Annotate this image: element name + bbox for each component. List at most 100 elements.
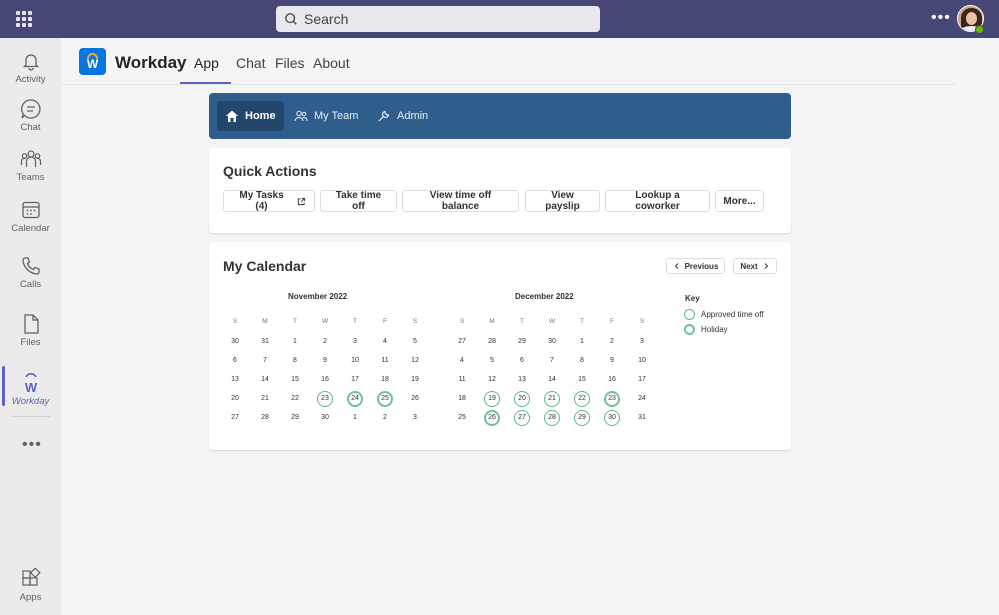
rail-item-files[interactable]: Files: [0, 313, 61, 363]
calendar-day[interactable]: 27: [514, 410, 530, 426]
calendar-day[interactable]: 21: [257, 391, 273, 407]
calendar-day[interactable]: 4: [377, 334, 393, 350]
lookup-coworker-button[interactable]: Lookup a coworker: [605, 190, 710, 212]
calendar-day[interactable]: 23: [604, 391, 620, 407]
calendar-day[interactable]: 11: [454, 372, 470, 388]
nav-admin[interactable]: Admin: [369, 101, 436, 131]
calendar-day[interactable]: 7: [257, 353, 273, 369]
calendar-day[interactable]: 20: [227, 391, 243, 407]
view-payslip-button[interactable]: View payslip: [525, 190, 600, 212]
calendar-day[interactable]: 9: [317, 353, 333, 369]
calendar-day[interactable]: 26: [484, 410, 500, 426]
tab-chat[interactable]: Chat: [236, 55, 266, 71]
search-box[interactable]: [276, 6, 600, 32]
calendar-day[interactable]: 22: [287, 391, 303, 407]
calendar-day[interactable]: 23: [317, 391, 333, 407]
calendar-day[interactable]: 6: [514, 353, 530, 369]
calendar-day[interactable]: 3: [634, 334, 650, 350]
calendar-day[interactable]: 19: [484, 391, 500, 407]
more-apps-icon[interactable]: •••: [22, 436, 42, 454]
rail-item-calls[interactable]: Calls: [0, 255, 61, 305]
more-actions-button[interactable]: More...: [715, 190, 764, 212]
calendar-day[interactable]: 13: [227, 372, 243, 388]
calendar-day[interactable]: 30: [227, 334, 243, 350]
calendar-day[interactable]: 14: [544, 372, 560, 388]
previous-month-button[interactable]: Previous: [666, 258, 725, 274]
calendar-day[interactable]: 27: [454, 334, 470, 350]
calendar-day[interactable]: 26: [407, 391, 423, 407]
left-rail: Activity Chat Teams Calendar Calls Files…: [0, 38, 61, 615]
next-month-button[interactable]: Next: [733, 258, 777, 274]
rail-item-calendar[interactable]: Calendar: [0, 199, 61, 249]
calendar-day[interactable]: 3: [407, 410, 423, 426]
app-launcher-icon[interactable]: [16, 11, 32, 27]
calendar-day[interactable]: 30: [317, 410, 333, 426]
calendar-day[interactable]: 15: [287, 372, 303, 388]
calendar-day[interactable]: 22: [574, 391, 590, 407]
calendar-day[interactable]: 8: [287, 353, 303, 369]
tab-files[interactable]: Files: [275, 55, 305, 71]
calendar-day[interactable]: 1: [347, 410, 363, 426]
calendar-day[interactable]: 30: [604, 410, 620, 426]
rail-item-workday[interactable]: W Workday: [0, 372, 61, 422]
calendar-day[interactable]: 8: [574, 353, 590, 369]
calendar-day[interactable]: 17: [634, 372, 650, 388]
calendar-day[interactable]: 1: [287, 334, 303, 350]
calendar-day[interactable]: 18: [377, 372, 393, 388]
calendar-day[interactable]: 15: [574, 372, 590, 388]
calendar-day[interactable]: 27: [227, 410, 243, 426]
more-options-icon[interactable]: •••: [931, 10, 951, 26]
rail-item-apps[interactable]: Apps: [0, 568, 61, 615]
calendar-day[interactable]: 18: [454, 391, 470, 407]
tab-app[interactable]: App: [194, 55, 219, 71]
calendar-day[interactable]: 3: [347, 334, 363, 350]
calendar-day[interactable]: 12: [407, 353, 423, 369]
calendar-day[interactable]: 5: [407, 334, 423, 350]
calendar-day[interactable]: 16: [604, 372, 620, 388]
my-tasks-button[interactable]: My Tasks (4): [223, 190, 315, 212]
calendar-day[interactable]: 31: [257, 334, 273, 350]
rail-item-chat[interactable]: Chat: [0, 98, 61, 148]
calendar-day[interactable]: 1: [574, 334, 590, 350]
calendar-day[interactable]: 19: [407, 372, 423, 388]
calendar-day[interactable]: 28: [484, 334, 500, 350]
rail-item-teams[interactable]: Teams: [0, 148, 61, 198]
calendar-day[interactable]: 25: [454, 410, 470, 426]
calendar-day[interactable]: 10: [347, 353, 363, 369]
calendar-day[interactable]: 2: [604, 334, 620, 350]
calendar-day[interactable]: 2: [317, 334, 333, 350]
calendar-day[interactable]: 29: [287, 410, 303, 426]
calendar-day[interactable]: 7: [544, 353, 560, 369]
calendar-day[interactable]: 16: [317, 372, 333, 388]
take-time-off-button[interactable]: Take time off: [320, 190, 397, 212]
calendar-day[interactable]: 28: [257, 410, 273, 426]
calendar-day[interactable]: 28: [544, 410, 560, 426]
calendar-day[interactable]: 20: [514, 391, 530, 407]
view-time-off-balance-button[interactable]: View time off balance: [402, 190, 519, 212]
search-input[interactable]: [304, 11, 584, 27]
calendar-day[interactable]: 2: [377, 410, 393, 426]
calendar-day[interactable]: 9: [604, 353, 620, 369]
rail-item-activity[interactable]: Activity: [0, 50, 61, 100]
calendar-day[interactable]: 24: [347, 391, 363, 407]
presence-status-icon: [975, 25, 984, 34]
calendar-day[interactable]: 5: [484, 353, 500, 369]
calendar-day[interactable]: 10: [634, 353, 650, 369]
tab-about[interactable]: About: [313, 55, 350, 71]
calendar-day[interactable]: 4: [454, 353, 470, 369]
calendar-day[interactable]: 29: [574, 410, 590, 426]
calendar-day[interactable]: 30: [544, 334, 560, 350]
calendar-day[interactable]: 25: [377, 391, 393, 407]
calendar-day[interactable]: 24: [634, 391, 650, 407]
calendar-day[interactable]: 17: [347, 372, 363, 388]
calendar-day[interactable]: 13: [514, 372, 530, 388]
calendar-day[interactable]: 6: [227, 353, 243, 369]
nav-home[interactable]: Home: [217, 101, 284, 131]
calendar-day[interactable]: 31: [634, 410, 650, 426]
calendar-day[interactable]: 12: [484, 372, 500, 388]
calendar-day[interactable]: 29: [514, 334, 530, 350]
nav-my-team[interactable]: My Team: [286, 101, 366, 131]
calendar-day[interactable]: 11: [377, 353, 393, 369]
calendar-day[interactable]: 14: [257, 372, 273, 388]
calendar-day[interactable]: 21: [544, 391, 560, 407]
